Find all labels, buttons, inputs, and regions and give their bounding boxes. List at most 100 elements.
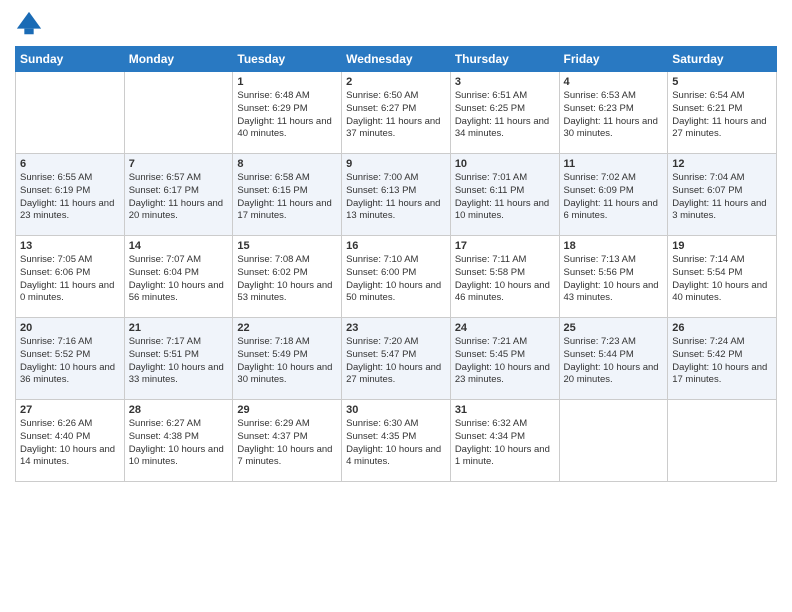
weekday-header-friday: Friday <box>559 47 668 72</box>
calendar-cell: 13 Sunrise: 7:05 AMSunset: 6:06 PMDayligh… <box>16 236 125 318</box>
weekday-header-tuesday: Tuesday <box>233 47 342 72</box>
calendar-cell: 29 Sunrise: 6:29 AMSunset: 4:37 PMDayligh… <box>233 400 342 482</box>
calendar-cell: 8Sunrise: 6:58 AMSunset: 6:15 PMDaylight… <box>233 154 342 236</box>
day-detail: Sunrise: 6:57 AMSunset: 6:17 PMDaylight:… <box>129 172 229 223</box>
day-detail: Sunrise: 6:48 AMSunset: 6:29 PMDaylight:… <box>237 90 337 141</box>
day-detail: Sunrise: 7:01 AMSunset: 6:11 PMDaylight:… <box>455 172 555 223</box>
day-number: 29 <box>237 404 337 416</box>
day-number: 31 <box>455 404 555 416</box>
day-detail: Sunrise: 7:20 AMSunset: 5:47 PMDaylight:… <box>346 336 446 387</box>
calendar-cell: 17 Sunrise: 7:11 AMSunset: 5:58 PMDayligh… <box>450 236 559 318</box>
day-detail: Sunrise: 6:29 AMSunset: 4:37 PMDaylight:… <box>237 418 337 469</box>
day-detail: Sunrise: 7:11 AMSunset: 5:58 PMDaylight:… <box>455 254 555 305</box>
day-detail: Sunrise: 7:05 AMSunset: 6:06 PMDaylight:… <box>20 254 120 305</box>
day-number: 5 <box>672 76 772 88</box>
calendar-cell: 4 Sunrise: 6:53 AMSunset: 6:23 PMDaylight… <box>559 72 668 154</box>
weekday-header-sunday: Sunday <box>16 47 125 72</box>
weekday-header-wednesday: Wednesday <box>342 47 451 72</box>
day-number: 22 <box>237 322 337 334</box>
day-detail: Sunrise: 6:55 AMSunset: 6:19 PMDaylight:… <box>20 172 120 223</box>
day-number: 15 <box>237 240 337 252</box>
calendar-cell <box>559 400 668 482</box>
day-detail: Sunrise: 7:16 AMSunset: 5:52 PMDaylight:… <box>20 336 120 387</box>
day-detail: Sunrise: 6:53 AMSunset: 6:23 PMDaylight:… <box>564 90 664 141</box>
calendar-cell: 14Sunrise: 7:07 AMSunset: 6:04 PMDayligh… <box>124 236 233 318</box>
calendar-cell: 31 Sunrise: 6:32 AMSunset: 4:34 PMDayligh… <box>450 400 559 482</box>
calendar-cell: 25 Sunrise: 7:23 AMSunset: 5:44 PMDayligh… <box>559 318 668 400</box>
calendar-cell: 5 Sunrise: 6:54 AMSunset: 6:21 PMDaylight… <box>668 72 777 154</box>
day-number: 24 <box>455 322 555 334</box>
day-number: 28 <box>129 404 229 416</box>
calendar-cell <box>16 72 125 154</box>
calendar-cell: 10 Sunrise: 7:01 AMSunset: 6:11 PMDayligh… <box>450 154 559 236</box>
day-detail: Sunrise: 7:10 AMSunset: 6:00 PMDaylight:… <box>346 254 446 305</box>
day-number: 26 <box>672 322 772 334</box>
calendar-cell: 27 Sunrise: 6:26 AMSunset: 4:40 PMDayligh… <box>16 400 125 482</box>
day-detail: Sunrise: 7:21 AMSunset: 5:45 PMDaylight:… <box>455 336 555 387</box>
day-number: 25 <box>564 322 664 334</box>
day-detail: Sunrise: 7:18 AMSunset: 5:49 PMDaylight:… <box>237 336 337 387</box>
calendar-cell: 23 Sunrise: 7:20 AMSunset: 5:47 PMDayligh… <box>342 318 451 400</box>
day-number: 18 <box>564 240 664 252</box>
day-detail: Sunrise: 6:54 AMSunset: 6:21 PMDaylight:… <box>672 90 772 141</box>
day-detail: Sunrise: 7:23 AMSunset: 5:44 PMDaylight:… <box>564 336 664 387</box>
day-number: 14 <box>129 240 229 252</box>
day-number: 21 <box>129 322 229 334</box>
day-detail: Sunrise: 7:00 AMSunset: 6:13 PMDaylight:… <box>346 172 446 223</box>
calendar-cell: 30Sunrise: 6:30 AMSunset: 4:35 PMDayligh… <box>342 400 451 482</box>
day-detail: Sunrise: 6:32 AMSunset: 4:34 PMDaylight:… <box>455 418 555 469</box>
calendar-cell: 6 Sunrise: 6:55 AMSunset: 6:19 PMDaylight… <box>16 154 125 236</box>
logo <box>15 10 47 38</box>
calendar-cell: 15 Sunrise: 7:08 AMSunset: 6:02 PMDayligh… <box>233 236 342 318</box>
day-number: 6 <box>20 158 120 170</box>
calendar-cell: 16 Sunrise: 7:10 AMSunset: 6:00 PMDayligh… <box>342 236 451 318</box>
header <box>15 10 777 38</box>
calendar-cell: 22 Sunrise: 7:18 AMSunset: 5:49 PMDayligh… <box>233 318 342 400</box>
calendar-row-5: 27 Sunrise: 6:26 AMSunset: 4:40 PMDayligh… <box>16 400 777 482</box>
day-number: 27 <box>20 404 120 416</box>
day-detail: Sunrise: 7:13 AMSunset: 5:56 PMDaylight:… <box>564 254 664 305</box>
calendar-cell: 9Sunrise: 7:00 AMSunset: 6:13 PMDaylight… <box>342 154 451 236</box>
day-number: 4 <box>564 76 664 88</box>
logo-icon <box>15 10 43 38</box>
day-number: 12 <box>672 158 772 170</box>
day-number: 2 <box>346 76 446 88</box>
calendar-row-4: 20 Sunrise: 7:16 AMSunset: 5:52 PMDayligh… <box>16 318 777 400</box>
day-number: 7 <box>129 158 229 170</box>
weekday-header-thursday: Thursday <box>450 47 559 72</box>
calendar-cell: 26 Sunrise: 7:24 AMSunset: 5:42 PMDayligh… <box>668 318 777 400</box>
day-number: 10 <box>455 158 555 170</box>
day-detail: Sunrise: 6:58 AMSunset: 6:15 PMDaylight:… <box>237 172 337 223</box>
calendar-header: SundayMondayTuesdayWednesdayThursdayFrid… <box>16 47 777 72</box>
calendar-cell: 7 Sunrise: 6:57 AMSunset: 6:17 PMDaylight… <box>124 154 233 236</box>
weekday-header-saturday: Saturday <box>668 47 777 72</box>
calendar-row-1: 1Sunrise: 6:48 AMSunset: 6:29 PMDaylight… <box>16 72 777 154</box>
day-detail: Sunrise: 6:26 AMSunset: 4:40 PMDaylight:… <box>20 418 120 469</box>
day-number: 23 <box>346 322 446 334</box>
day-number: 20 <box>20 322 120 334</box>
day-number: 17 <box>455 240 555 252</box>
weekday-row: SundayMondayTuesdayWednesdayThursdayFrid… <box>16 47 777 72</box>
calendar-cell: 28 Sunrise: 6:27 AMSunset: 4:38 PMDayligh… <box>124 400 233 482</box>
day-number: 11 <box>564 158 664 170</box>
day-detail: Sunrise: 7:24 AMSunset: 5:42 PMDaylight:… <box>672 336 772 387</box>
calendar-cell: 20 Sunrise: 7:16 AMSunset: 5:52 PMDayligh… <box>16 318 125 400</box>
calendar-cell: 2 Sunrise: 6:50 AMSunset: 6:27 PMDaylight… <box>342 72 451 154</box>
day-detail: Sunrise: 6:27 AMSunset: 4:38 PMDaylight:… <box>129 418 229 469</box>
weekday-header-monday: Monday <box>124 47 233 72</box>
calendar-cell: 12Sunrise: 7:04 AMSunset: 6:07 PMDayligh… <box>668 154 777 236</box>
day-detail: Sunrise: 7:14 AMSunset: 5:54 PMDaylight:… <box>672 254 772 305</box>
calendar-body: 1Sunrise: 6:48 AMSunset: 6:29 PMDaylight… <box>16 72 777 482</box>
day-detail: Sunrise: 7:08 AMSunset: 6:02 PMDaylight:… <box>237 254 337 305</box>
calendar-cell: 3Sunrise: 6:51 AMSunset: 6:25 PMDaylight… <box>450 72 559 154</box>
calendar-cell: 24 Sunrise: 7:21 AMSunset: 5:45 PMDayligh… <box>450 318 559 400</box>
day-detail: Sunrise: 7:02 AMSunset: 6:09 PMDaylight:… <box>564 172 664 223</box>
page: SundayMondayTuesdayWednesdayThursdayFrid… <box>0 0 792 612</box>
day-number: 3 <box>455 76 555 88</box>
calendar-cell: 18 Sunrise: 7:13 AMSunset: 5:56 PMDayligh… <box>559 236 668 318</box>
day-number: 13 <box>20 240 120 252</box>
day-number: 16 <box>346 240 446 252</box>
calendar-row-2: 6 Sunrise: 6:55 AMSunset: 6:19 PMDaylight… <box>16 154 777 236</box>
calendar-row-3: 13 Sunrise: 7:05 AMSunset: 6:06 PMDayligh… <box>16 236 777 318</box>
day-detail: Sunrise: 6:50 AMSunset: 6:27 PMDaylight:… <box>346 90 446 141</box>
